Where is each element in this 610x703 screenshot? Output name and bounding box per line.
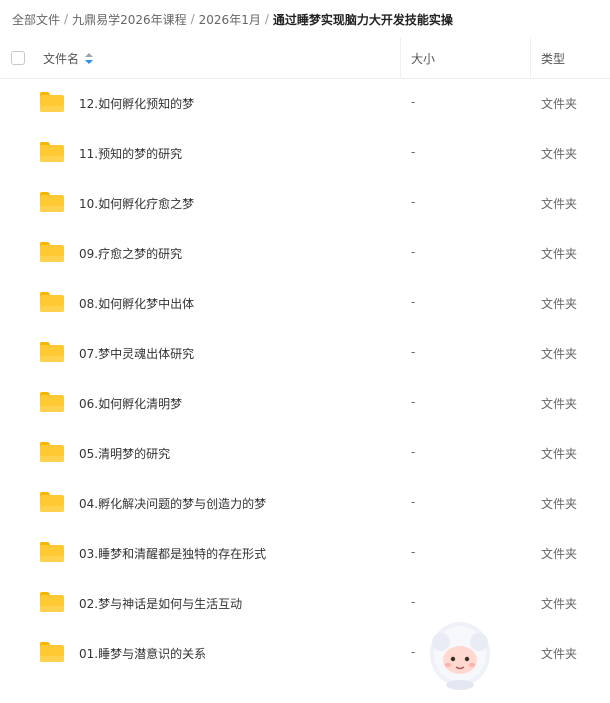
file-row[interactable]: 10.如何孵化疗愈之梦 - 文件夹 [0,178,610,228]
breadcrumb-current: 通过睡梦实现脑力大开发技能实操 [272,12,453,27]
folder-icon [40,142,64,162]
file-size: - [411,195,416,209]
file-list-header: 文件名 大小 类型 [0,38,610,79]
file-size: - [411,295,416,309]
file-row[interactable]: 06.如何孵化清明梦 - 文件夹 [0,378,610,428]
file-name[interactable]: 05.清明梦的研究 [79,445,170,462]
file-size: - [411,645,416,659]
select-all-checkbox[interactable] [11,51,25,65]
folder-icon-body [40,595,64,612]
file-type: 文件夹 [541,147,578,161]
file-type: 文件夹 [541,247,578,261]
file-name[interactable]: 09.疗愈之梦的研究 [79,245,182,262]
file-size: - [411,595,416,609]
file-name[interactable]: 06.如何孵化清明梦 [79,395,182,412]
column-name-label: 文件名 [43,52,80,66]
file-type: 文件夹 [541,97,578,111]
file-size: - [411,245,416,259]
column-header-name[interactable]: 文件名 [43,50,94,67]
breadcrumb-separator: / [264,12,269,26]
folder-icon-body [40,445,64,462]
file-type: 文件夹 [541,447,578,461]
sort-icon[interactable] [85,52,94,65]
file-list: 13.心灵感应的梦-文件夹12.如何孵化预知的梦-文件夹11.预知的梦的研究-文… [0,28,610,678]
folder-icon-body [40,145,64,162]
file-type: 文件夹 [541,347,578,361]
file-row[interactable]: 01.睡梦与潜意识的关系 - 文件夹 [0,628,610,678]
breadcrumb-item-month[interactable]: 2026年1月 [199,11,261,28]
folder-icon-body [40,95,64,112]
file-row[interactable]: 08.如何孵化梦中出体 - 文件夹 [0,278,610,328]
file-row[interactable]: 02.梦与神话是如何与生活互动 - 文件夹 [0,578,610,628]
file-type: 文件夹 [541,297,578,311]
folder-icon [40,92,64,112]
folder-icon-body [40,295,64,312]
folder-icon [40,642,64,662]
file-type: 文件夹 [541,597,578,611]
file-type: 文件夹 [541,547,578,561]
file-type: 文件夹 [541,647,578,661]
folder-icon [40,542,64,562]
folder-icon [40,592,64,612]
file-type: 文件夹 [541,397,578,411]
folder-icon-body [40,645,64,662]
file-row[interactable]: 07.梦中灵魂出体研究 - 文件夹 [0,328,610,378]
file-name[interactable]: 10.如何孵化疗愈之梦 [79,195,194,212]
file-name[interactable]: 03.睡梦和清醒都是独特的存在形式 [79,545,266,562]
folder-icon-body [40,195,64,212]
folder-icon [40,492,64,512]
file-name[interactable]: 07.梦中灵魂出体研究 [79,345,194,362]
breadcrumb-separator: / [190,12,195,26]
file-size: - [411,395,416,409]
file-name[interactable]: 04.孵化解决问题的梦与创造力的梦 [79,495,266,512]
file-type: 文件夹 [541,197,578,211]
folder-icon-body [40,345,64,362]
folder-icon [40,392,64,412]
folder-icon [40,342,64,362]
file-row[interactable]: 09.疗愈之梦的研究 - 文件夹 [0,228,610,278]
file-size: - [411,95,416,109]
folder-icon-body [40,245,64,262]
assistant-mascot-icon[interactable] [425,612,495,692]
file-type: 文件夹 [541,497,578,511]
file-name[interactable]: 12.如何孵化预知的梦 [79,95,194,112]
breadcrumb-item-course[interactable]: 九鼎易学2026年课程 [72,11,187,28]
folder-icon-body [40,395,64,412]
file-size: - [411,145,416,159]
column-header-type[interactable]: 类型 [541,50,565,67]
column-divider[interactable] [530,38,531,78]
folder-icon [40,442,64,462]
file-name[interactable]: 01.睡梦与潜意识的关系 [79,645,206,662]
file-row[interactable]: 04.孵化解决问题的梦与创造力的梦 - 文件夹 [0,478,610,528]
folder-icon [40,242,64,262]
folder-icon [40,192,64,212]
file-size: - [411,545,416,559]
column-divider[interactable] [400,38,401,78]
file-size: - [411,345,416,359]
folder-icon [40,292,64,312]
folder-icon-body [40,495,64,512]
breadcrumb: 全部文件 / 九鼎易学2026年课程 / 2026年1月 / 通过睡梦实现脑力大… [12,9,453,29]
folder-icon-body [40,545,64,562]
sort-down-arrow [85,59,94,64]
file-row[interactable]: 11.预知的梦的研究 - 文件夹 [0,128,610,178]
column-header-size[interactable]: 大小 [411,50,435,67]
breadcrumb-separator: / [64,12,69,26]
file-row[interactable]: 03.睡梦和清醒都是独特的存在形式 - 文件夹 [0,528,610,578]
file-name[interactable]: 11.预知的梦的研究 [79,145,182,162]
file-row[interactable]: 12.如何孵化预知的梦 - 文件夹 [0,78,610,128]
file-name[interactable]: 08.如何孵化梦中出体 [79,295,194,312]
breadcrumb-item-all-files[interactable]: 全部文件 [12,11,60,28]
file-row[interactable]: 05.清明梦的研究 - 文件夹 [0,428,610,478]
file-name[interactable]: 02.梦与神话是如何与生活互动 [79,595,242,612]
file-size: - [411,495,416,509]
sort-up-arrow [85,52,94,57]
file-size: - [411,445,416,459]
